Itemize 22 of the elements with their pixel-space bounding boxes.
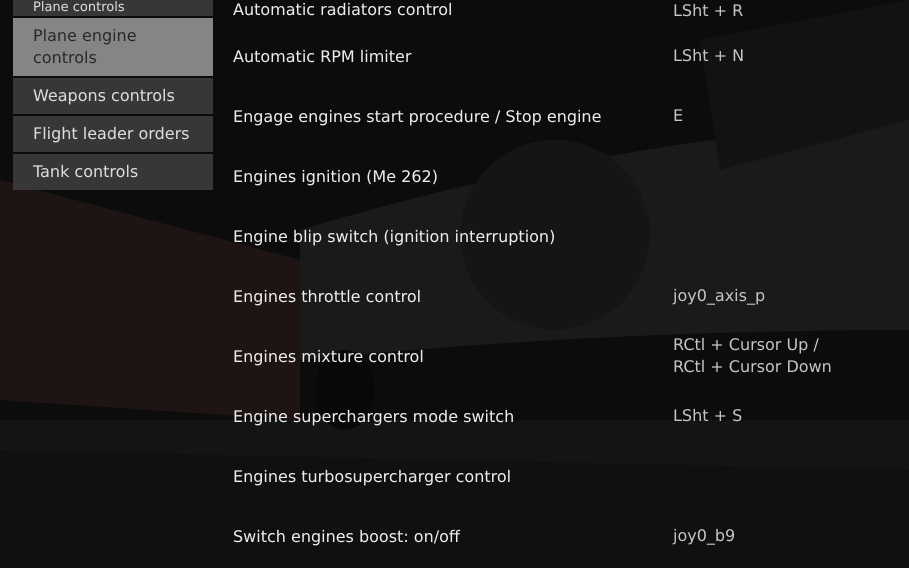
key-binding[interactable]: joy0_b9	[673, 525, 736, 547]
action-label: Engines mixture control	[233, 346, 425, 366]
category-tab[interactable]: Plane controls	[13, 0, 213, 16]
category-tab[interactable]: Flight leader orders	[13, 116, 213, 152]
key-binding[interactable]: joy0_axis_p	[673, 285, 766, 307]
category-tab[interactable]: Weapons controls	[13, 78, 213, 114]
action-label: Automatic RPM limiter	[233, 46, 412, 66]
action-label: Engines turbosupercharger control	[233, 466, 512, 486]
category-tab[interactable]: Plane engine controls	[13, 18, 213, 76]
action-label: Switch engines boost: on/off	[233, 526, 462, 546]
action-label: Automatic radiators control	[233, 0, 454, 19]
action-label: Engines ignition (Me 262)	[233, 166, 439, 186]
action-label: Engage engines start procedure / Stop engine	[233, 106, 602, 126]
action-label: Engine blip switch (ignition interruption)	[233, 226, 556, 246]
key-binding[interactable]: LSht + N	[673, 45, 744, 67]
key-binding[interactable]: E	[673, 105, 684, 127]
key-binding[interactable]: LSht + R	[673, 0, 744, 22]
key-binding[interactable]: RCtl + Cursor Up / RCtl + Cursor Down	[673, 334, 832, 378]
action-label: Engine superchargers mode switch	[233, 406, 516, 426]
action-label: Engines throttle control	[233, 286, 422, 306]
key-binding[interactable]: LSht + S	[673, 405, 742, 427]
category-tab[interactable]: Tank controls	[13, 154, 213, 190]
